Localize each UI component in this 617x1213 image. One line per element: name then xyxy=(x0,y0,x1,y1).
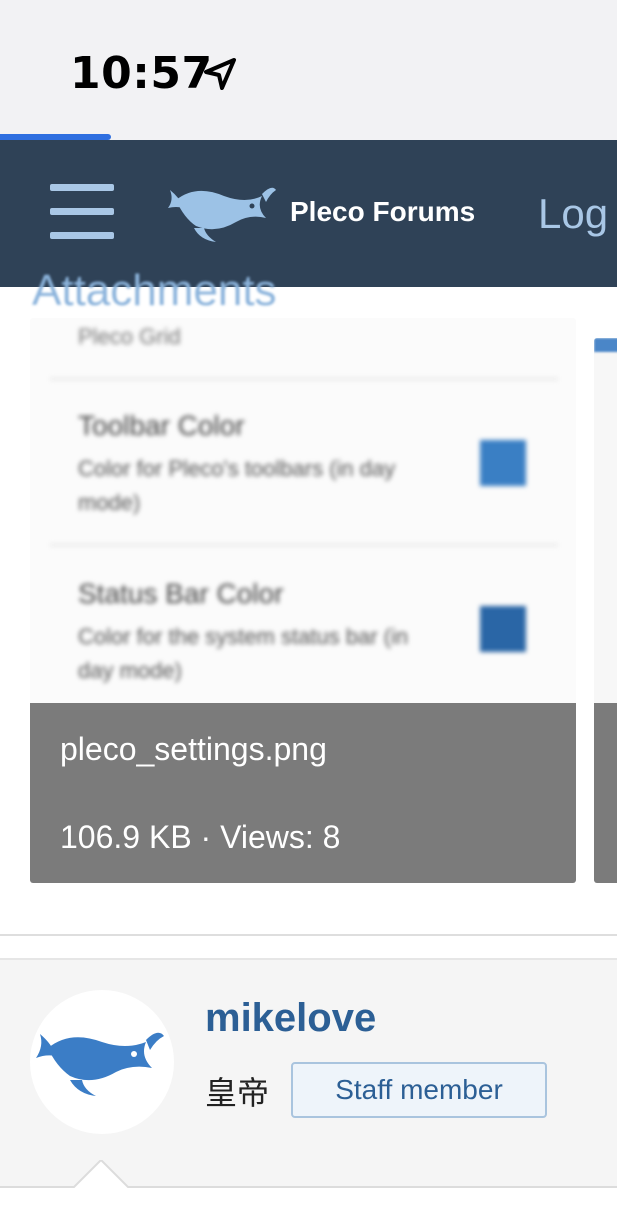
preview-divider xyxy=(50,378,558,380)
staff-badge: Staff member xyxy=(291,1062,547,1118)
attachments-heading: Attachments xyxy=(32,266,277,315)
preview-row-desc: Color for Pleco's toolbars (in day mode) xyxy=(78,456,396,515)
site-brand[interactable]: Pleco Forums xyxy=(290,196,475,228)
preview-top-bar xyxy=(594,338,617,352)
status-time: 10:57 xyxy=(70,48,213,99)
preview-divider xyxy=(50,544,558,546)
author-username[interactable]: mikelove xyxy=(205,996,376,1041)
attachment-caption-next xyxy=(594,703,617,883)
pleco-fish-avatar-icon xyxy=(36,1032,164,1096)
attachment-meta: 106.9 KB · Views: 8 xyxy=(60,819,341,855)
avatar[interactable] xyxy=(30,990,174,1134)
message-content-area xyxy=(0,1186,617,1213)
toolbar-color-swatch xyxy=(480,440,526,486)
status-bar-color-swatch xyxy=(480,606,526,652)
system-status-bar: 10:57 xyxy=(0,0,617,140)
message-pointer-arrow xyxy=(73,1160,129,1188)
preview-row-desc: Color for the system status bar (in day … xyxy=(78,624,409,683)
location-arrow-icon xyxy=(204,58,236,90)
author-title: 皇帝 xyxy=(205,1074,270,1112)
pleco-logo-icon[interactable] xyxy=(166,178,278,248)
preview-row-title: Toolbar Color xyxy=(78,410,245,441)
attachment-filename[interactable]: pleco_settings.png xyxy=(60,731,327,768)
preview-row-title: Status Bar Color xyxy=(78,578,284,609)
preview-top-cut-text: Pleco Grid xyxy=(78,324,181,349)
attachment-thumbnail[interactable]: Pleco Grid Toolbar Color Color for Pleco… xyxy=(30,318,576,883)
section-divider xyxy=(0,934,617,936)
login-link[interactable]: Log xyxy=(538,190,608,238)
attachment-caption: pleco_settings.png 106.9 KB · Views: 8 xyxy=(30,703,576,883)
hamburger-icon[interactable] xyxy=(50,184,114,240)
attachment-thumbnail-next[interactable] xyxy=(594,338,617,883)
